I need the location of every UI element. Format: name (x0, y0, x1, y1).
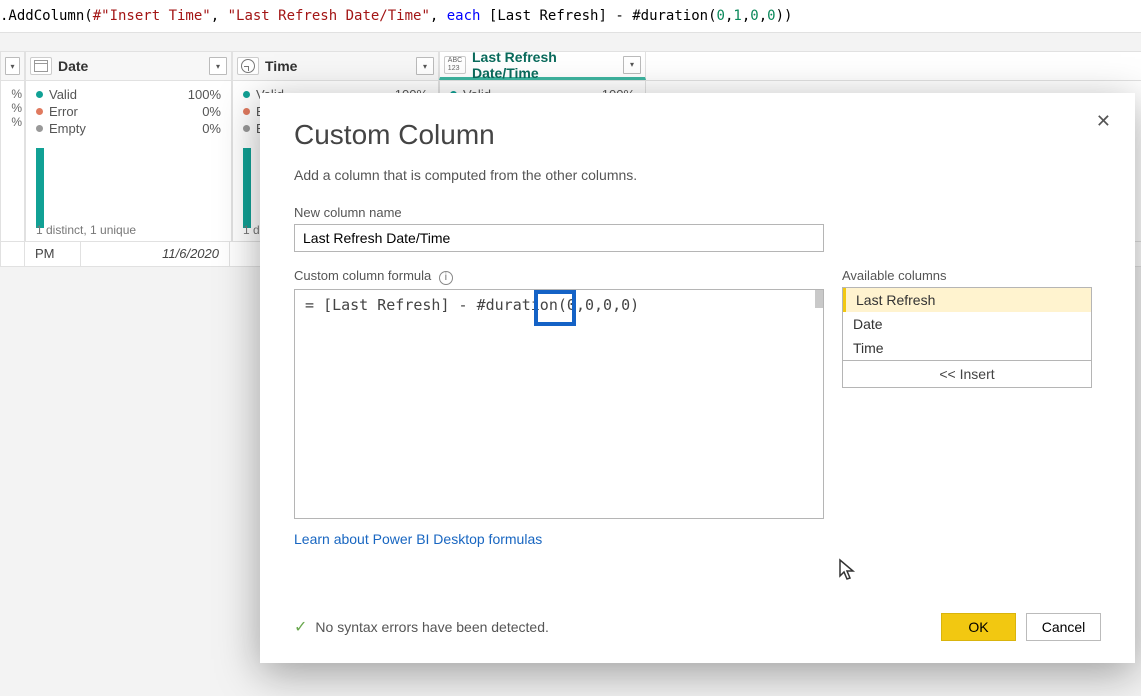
custom-formula-input[interactable]: = [Last Refresh] - #duration(0,0,0,0) (294, 289, 824, 519)
distribution-bar (243, 148, 251, 228)
available-column-item[interactable]: Date (843, 312, 1091, 336)
formula-arg2: "Last Refresh Date/Time" (228, 8, 430, 24)
custom-formula-label: Custom column formula i (294, 268, 824, 285)
column-time[interactable]: Time ▾ (232, 52, 439, 80)
available-column-item[interactable]: Time (843, 336, 1091, 360)
distinct-text: 1 distinct, 1 unique (36, 223, 136, 237)
col-date-quality: Valid 100% Error 0% Empty 0% 1 distinct,… (25, 81, 232, 241)
formula-each: each (447, 8, 481, 24)
scrollbar[interactable] (815, 290, 823, 308)
chevron-down-icon[interactable]: ▾ (5, 57, 20, 75)
formula-bar[interactable]: .AddColumn(#"Insert Time", "Last Refresh… (0, 0, 1141, 33)
cancel-button[interactable]: Cancel (1026, 613, 1101, 641)
cell-date[interactable]: 11/6/2020 (80, 242, 230, 266)
calendar-icon (30, 57, 52, 75)
ok-button[interactable]: OK (941, 613, 1016, 641)
close-icon[interactable]: ✕ (1096, 111, 1111, 132)
check-icon: ✓ (294, 617, 307, 637)
available-column-item[interactable]: Last Refresh (843, 288, 1091, 312)
available-columns-list: Last Refresh Date Time << Insert (842, 287, 1092, 388)
column-last-refresh[interactable]: ABC123 Last Refresh Date/Time ▾ (439, 52, 646, 80)
syntax-status: ✓ No syntax errors have been detected. (294, 617, 549, 637)
dialog-description: Add a column that is computed from the o… (294, 167, 1101, 183)
cell-time-fragment: PM (25, 242, 80, 266)
col-stub: ▾ (0, 52, 25, 80)
chevron-down-icon[interactable]: ▾ (623, 56, 641, 74)
formula-field: [Last Refresh] (489, 8, 607, 24)
row-handle (0, 242, 25, 266)
type-any-icon: ABC123 (444, 56, 466, 74)
custom-column-dialog: ✕ Custom Column Add a column that is com… (260, 93, 1135, 663)
new-column-name-input[interactable] (294, 224, 824, 252)
info-icon[interactable]: i (439, 271, 453, 285)
available-columns-label: Available columns (842, 268, 1101, 283)
chevron-down-icon[interactable]: ▾ (416, 57, 434, 75)
insert-button[interactable]: << Insert (843, 360, 1091, 387)
column-date[interactable]: Date ▾ (25, 52, 232, 80)
formula-fn: .AddColumn( (0, 8, 93, 24)
clock-icon (237, 57, 259, 75)
chevron-down-icon[interactable]: ▾ (209, 57, 227, 75)
column-headers: ▾ Date ▾ Time ▾ ABC123 Last Refresh Date… (0, 51, 1141, 81)
new-column-name-label: New column name (294, 205, 1101, 220)
learn-link[interactable]: Learn about Power BI Desktop formulas (294, 531, 542, 547)
column-last-refresh-name: Last Refresh Date/Time (472, 49, 623, 81)
column-date-name: Date (58, 58, 209, 74)
dialog-title: Custom Column (294, 119, 1101, 151)
column-time-name: Time (265, 58, 416, 74)
formula-arg1: #"Insert Time" (93, 8, 211, 24)
distribution-bar (36, 148, 44, 228)
